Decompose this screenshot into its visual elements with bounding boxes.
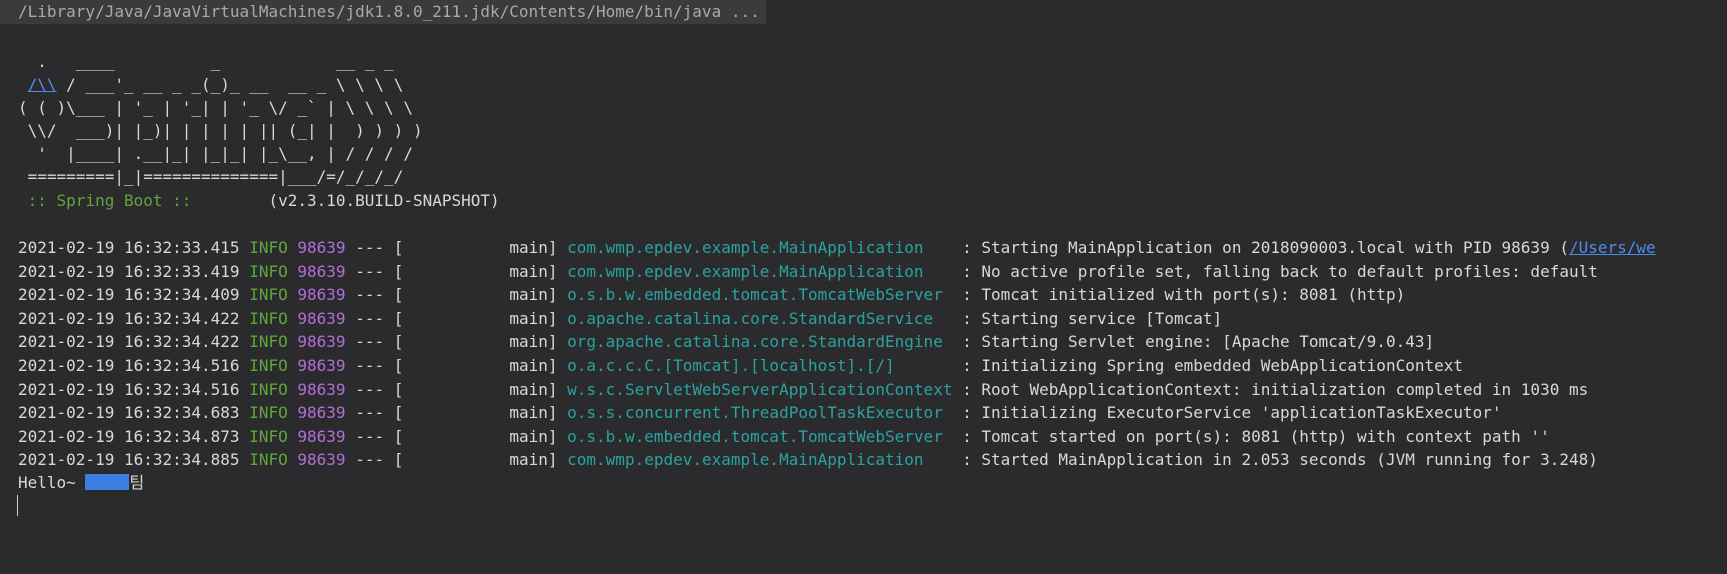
log-pid: 98639 bbox=[297, 403, 346, 423]
log-message: : Starting MainApplication on 2018090003… bbox=[962, 238, 1569, 257]
log-separator: --- bbox=[355, 261, 385, 281]
log-logger[interactable]: o.s.b.w.embedded.tomcat.TomcatWebServer bbox=[567, 427, 952, 446]
log-separator: --- bbox=[355, 356, 385, 375]
log-logger[interactable]: w.s.c.ServletWebServerApplicationContext bbox=[567, 380, 952, 399]
log-separator: --- bbox=[355, 308, 385, 328]
log-thread: [ main] bbox=[393, 261, 558, 281]
log-pid: 98639 bbox=[297, 426, 346, 446]
log-row: 2021-02-19 16:32:34.885 INFO 98639 --- [… bbox=[18, 447, 1598, 473]
log-logger[interactable]: o.s.s.concurrent.ThreadPoolTaskExecutor bbox=[567, 403, 952, 422]
log-separator: --- bbox=[355, 403, 385, 423]
log-separator: --- bbox=[355, 285, 385, 305]
banner-line-6: =========|_|==============|___/=/_/_/_/ bbox=[18, 167, 404, 186]
log-row: 2021-02-19 16:32:34.422 INFO 98639 --- [… bbox=[18, 329, 1434, 355]
log-path-link[interactable]: /Users/we bbox=[1569, 238, 1656, 257]
log-message: : Initializing Spring embedded WebApplic… bbox=[962, 356, 1463, 375]
log-timestamp: 2021-02-19 16:32:34.516 bbox=[18, 379, 240, 399]
log-message: : Initializing ExecutorService 'applicat… bbox=[962, 403, 1502, 423]
log-separator: --- bbox=[355, 450, 385, 470]
log-level: INFO bbox=[249, 308, 288, 328]
log-pid: 98639 bbox=[297, 261, 346, 281]
spring-boot-tag: :: Spring Boot :: bbox=[18, 191, 202, 210]
log-message: : Starting service [Tomcat] bbox=[962, 308, 1223, 328]
log-timestamp: 2021-02-19 16:32:34.885 bbox=[18, 450, 240, 470]
log-level: INFO bbox=[249, 379, 288, 399]
log-thread: [ main] bbox=[393, 356, 558, 375]
log-row: 2021-02-19 16:32:34.516 INFO 98639 --- [… bbox=[18, 377, 1588, 403]
log-level: INFO bbox=[249, 285, 288, 305]
banner-line-2-rest: / ___'_ __ _ _(_)_ __ __ _ \ \ \ \ bbox=[56, 75, 404, 94]
log-thread: [ main] bbox=[393, 403, 558, 423]
log-thread: [ main] bbox=[393, 332, 558, 352]
log-message: : No active profile set, falling back to… bbox=[962, 261, 1598, 281]
log-thread: [ main] bbox=[393, 379, 558, 399]
log-timestamp: 2021-02-19 16:32:34.516 bbox=[18, 356, 240, 375]
spring-boot-version-line: :: Spring Boot :: (v2.3.10.BUILD-SNAPSHO… bbox=[18, 188, 500, 214]
log-level: INFO bbox=[249, 238, 288, 257]
log-message: : Started MainApplication in 2.053 secon… bbox=[962, 450, 1598, 470]
log-message: : Root WebApplicationContext: initializa… bbox=[962, 379, 1589, 399]
log-logger[interactable]: com.wmp.epdev.example.MainApplication bbox=[567, 262, 952, 281]
log-timestamp: 2021-02-19 16:32:34.873 bbox=[18, 426, 240, 446]
log-pid: 98639 bbox=[297, 332, 346, 352]
console-output[interactable]: /Library/Java/JavaVirtualMachines/jdk1.8… bbox=[0, 0, 1727, 574]
log-thread: [ main] bbox=[393, 238, 558, 257]
log-pid: 98639 bbox=[297, 285, 346, 305]
log-pid: 98639 bbox=[297, 238, 346, 257]
log-timestamp: 2021-02-19 16:32:34.683 bbox=[18, 403, 240, 423]
log-level: INFO bbox=[249, 261, 288, 281]
log-level: INFO bbox=[249, 426, 288, 446]
log-logger[interactable]: o.a.c.c.C.[Tomcat].[localhost].[/] bbox=[567, 356, 952, 375]
output-text: Hello~ bbox=[18, 473, 86, 492]
banner-link[interactable]: /\\ bbox=[28, 75, 57, 94]
log-row: 2021-02-19 16:32:34.516 INFO 98639 --- [… bbox=[18, 353, 1463, 379]
spring-boot-version: (v2.3.10.BUILD-SNAPSHOT) bbox=[201, 191, 500, 210]
log-pid: 98639 bbox=[297, 356, 346, 375]
log-logger[interactable]: com.wmp.epdev.example.MainApplication bbox=[567, 238, 952, 257]
log-separator: --- bbox=[355, 238, 385, 257]
log-thread: [ main] bbox=[393, 285, 558, 305]
log-row: 2021-02-19 16:32:34.873 INFO 98639 --- [… bbox=[18, 424, 1550, 450]
log-pid: 98639 bbox=[297, 450, 346, 470]
log-thread: [ main] bbox=[393, 308, 558, 328]
redacted-block bbox=[85, 474, 130, 490]
log-timestamp: 2021-02-19 16:32:34.409 bbox=[18, 285, 240, 305]
log-message: : Tomcat initialized with port(s): 8081 … bbox=[962, 285, 1406, 305]
log-level: INFO bbox=[249, 332, 288, 352]
log-separator: --- bbox=[355, 332, 385, 352]
log-row: 2021-02-19 16:32:34.683 INFO 98639 --- [… bbox=[18, 400, 1502, 426]
log-logger[interactable]: com.wmp.epdev.example.MainApplication bbox=[567, 450, 952, 469]
log-row: 2021-02-19 16:32:33.415 INFO 98639 --- [… bbox=[18, 235, 1656, 261]
log-logger[interactable]: org.apache.catalina.core.StandardEngine bbox=[567, 332, 952, 351]
log-logger[interactable]: o.s.b.w.embedded.tomcat.TomcatWebServer bbox=[567, 285, 952, 304]
log-timestamp: 2021-02-19 16:32:33.415 bbox=[18, 238, 240, 257]
text-cursor[interactable] bbox=[17, 495, 18, 516]
log-logger[interactable]: o.apache.catalina.core.StandardService bbox=[567, 309, 952, 328]
log-timestamp: 2021-02-19 16:32:34.422 bbox=[18, 332, 240, 352]
log-thread: [ main] bbox=[393, 426, 558, 446]
log-message: : Starting Servlet engine: [Apache Tomca… bbox=[962, 332, 1435, 352]
log-separator: --- bbox=[355, 379, 385, 399]
log-level: INFO bbox=[249, 356, 288, 375]
log-message: : Tomcat started on port(s): 8081 (http)… bbox=[962, 426, 1550, 446]
log-row: 2021-02-19 16:32:34.422 INFO 98639 --- [… bbox=[18, 306, 1222, 332]
log-timestamp: 2021-02-19 16:32:34.422 bbox=[18, 308, 240, 328]
log-pid: 98639 bbox=[297, 379, 346, 399]
log-separator: --- bbox=[355, 426, 385, 446]
log-thread: [ main] bbox=[393, 450, 558, 470]
log-timestamp: 2021-02-19 16:32:33.419 bbox=[18, 261, 240, 281]
log-level: INFO bbox=[249, 450, 288, 470]
run-command-line[interactable]: /Library/Java/JavaVirtualMachines/jdk1.8… bbox=[0, 0, 766, 24]
log-level: INFO bbox=[249, 403, 288, 423]
log-row: 2021-02-19 16:32:33.419 INFO 98639 --- [… bbox=[18, 259, 1598, 285]
program-output-line: Hello~ 팀 bbox=[18, 470, 144, 496]
log-pid: 98639 bbox=[297, 308, 346, 328]
output-suffix: 팀 bbox=[129, 473, 145, 492]
log-row: 2021-02-19 16:32:34.409 INFO 98639 --- [… bbox=[18, 282, 1405, 308]
